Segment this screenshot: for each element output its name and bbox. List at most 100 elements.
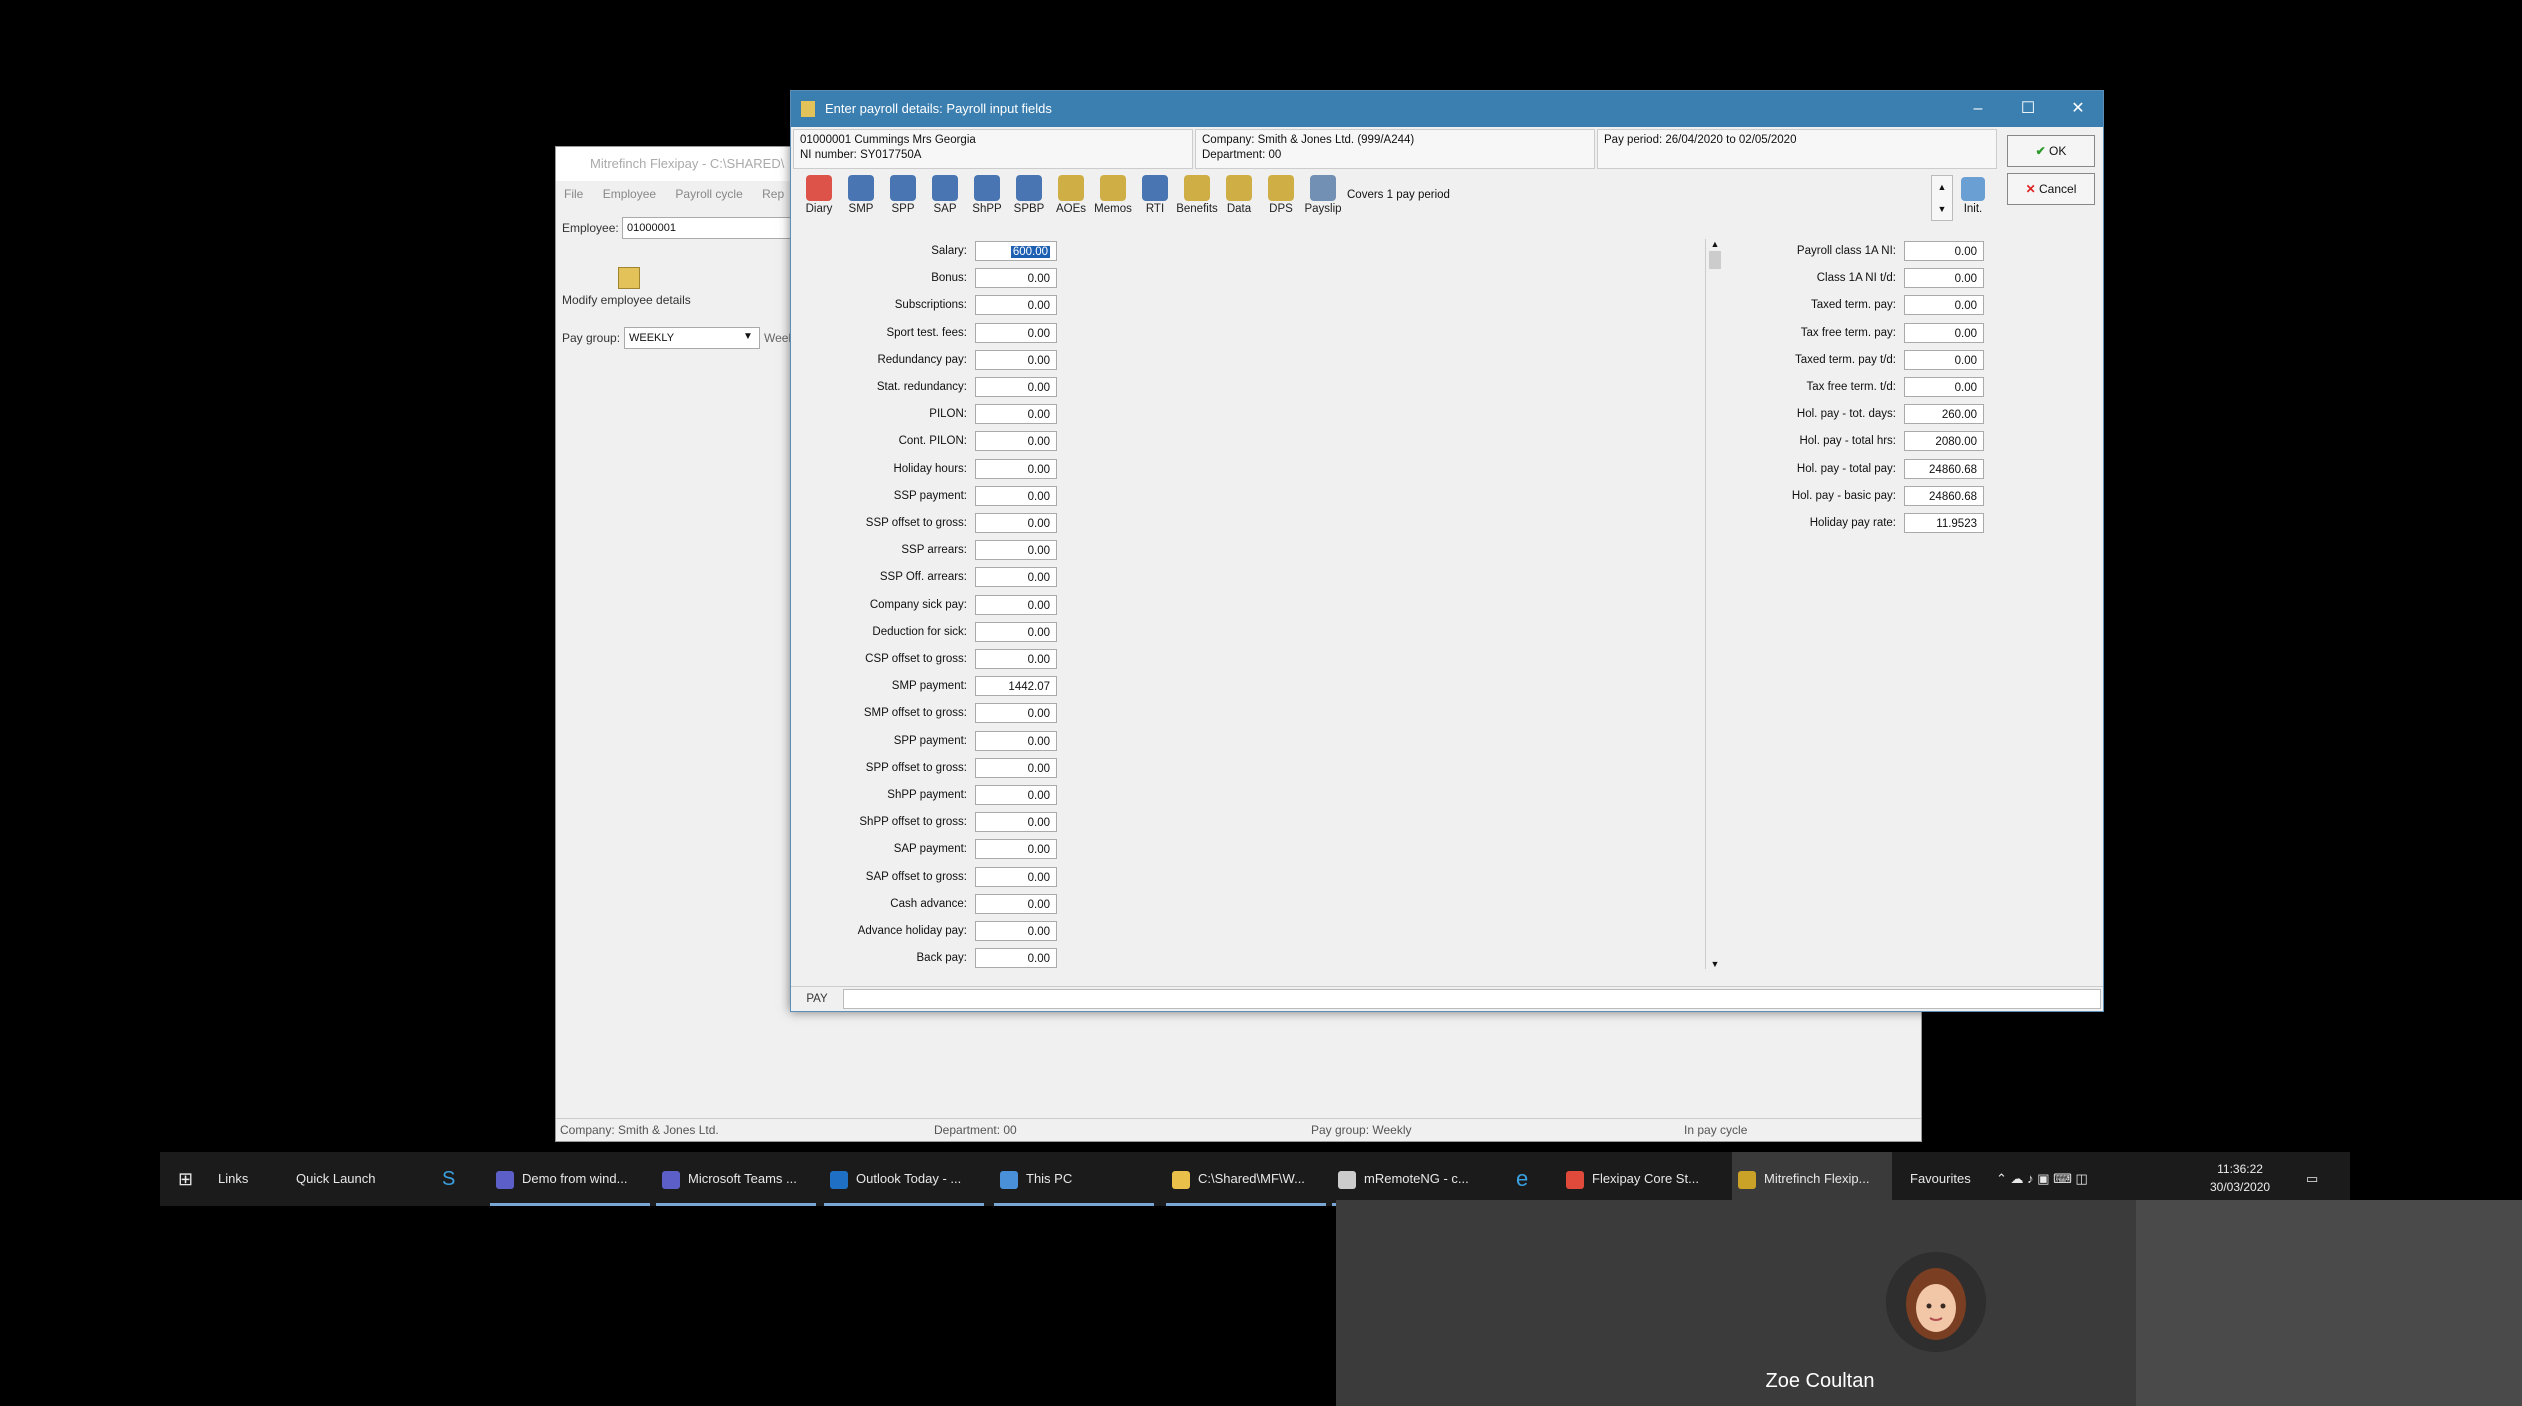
close-button[interactable]: ✕ — [2053, 91, 2103, 127]
taskbar-item[interactable]: Flexipay Core St... — [1560, 1152, 1720, 1206]
pay-field-input[interactable]: 0.00 — [975, 431, 1057, 452]
taskbar-item[interactable]: Demo from wind... — [490, 1152, 650, 1206]
period-spinner[interactable]: ▲ ▼ — [1931, 175, 1953, 221]
toolbar-label: Data — [1226, 203, 1252, 215]
toolbar-button-rti[interactable]: RTI — [1133, 173, 1177, 223]
vertical-scrollbar[interactable]: ▲ ▼ — [1705, 239, 1724, 969]
toolbar-button-spp[interactable]: SPP — [881, 173, 925, 223]
menu-file[interactable]: File — [564, 187, 583, 201]
favourites-toolbar[interactable]: Favourites — [1910, 1152, 1971, 1206]
toolbar-button-diary[interactable]: Diary — [797, 173, 841, 223]
pay-field-input[interactable]: 0.00 — [975, 730, 1057, 751]
menu-employee[interactable]: Employee — [603, 187, 656, 201]
field-value: 0.00 — [1027, 898, 1050, 911]
pay-field-input[interactable]: 0.00 — [975, 540, 1057, 561]
pay-field-input[interactable]: 0.00 — [975, 621, 1057, 642]
holiday-field-input[interactable]: 0.00 — [1904, 377, 1984, 397]
employee-field[interactable]: 01000001 — [622, 217, 798, 239]
holiday-field-input[interactable]: 24860.68 — [1904, 458, 1984, 479]
toolbar-button-sap[interactable]: SAP — [923, 173, 967, 223]
tab-pay[interactable]: PAY — [797, 989, 837, 1009]
pay-field-input[interactable]: 0.00 — [975, 567, 1057, 588]
salary-input[interactable]: 600.00 — [975, 241, 1057, 261]
app-icon — [830, 1170, 848, 1189]
windows-start-icon[interactable]: ⊞ — [178, 1152, 193, 1206]
minimize-button[interactable]: – — [1953, 91, 2003, 127]
toolbar-button-benefits[interactable]: Benefits — [1175, 173, 1219, 223]
holiday-field-input[interactable]: 2080.00 — [1904, 431, 1984, 452]
holiday-field-input[interactable]: 0.00 — [1904, 268, 1984, 289]
pay-field-input[interactable]: 0.00 — [975, 513, 1057, 533]
scroll-thumb[interactable] — [1709, 251, 1721, 269]
pay-field-input[interactable]: 0.00 — [975, 295, 1057, 316]
menu-reports[interactable]: Rep — [762, 187, 784, 201]
init-button[interactable]: Init. — [1951, 175, 1995, 221]
internet-explorer-icon[interactable]: e — [1516, 1152, 1528, 1206]
toolbar-button-dps[interactable]: DPS — [1259, 173, 1303, 223]
modify-employee-label[interactable]: Modify employee details — [562, 293, 691, 307]
pay-field-input[interactable]: 0.00 — [975, 785, 1057, 805]
pay-field-input[interactable]: 1442.07 — [975, 676, 1057, 697]
holiday-field-input[interactable]: 0.00 — [1904, 295, 1984, 316]
pay-field-input[interactable]: 0.00 — [975, 921, 1057, 941]
pay-field-input[interactable]: 0.00 — [975, 485, 1057, 506]
pay-field-input[interactable]: 0.00 — [975, 377, 1057, 397]
skype-icon[interactable]: S — [442, 1152, 455, 1206]
holiday-field-input[interactable]: 0.00 — [1904, 241, 1984, 261]
pay-field-input[interactable]: 0.00 — [975, 757, 1057, 778]
taskbar-item[interactable]: Microsoft Teams ... — [656, 1152, 816, 1206]
toolbar-button-smp[interactable]: SMP — [839, 173, 883, 223]
app-icon — [1000, 1170, 1018, 1189]
pay-field-input[interactable]: 0.00 — [975, 268, 1057, 289]
field-label: Deduction for sick: — [872, 625, 967, 638]
ok-button[interactable]: ✔ OK — [2007, 135, 2095, 167]
taskbar-item[interactable]: This PC — [994, 1152, 1154, 1206]
system-tray-icons[interactable]: ⌃ ☁ ♪ ▣ ⌨ ◫ — [1996, 1152, 2088, 1206]
pay-field-input[interactable]: 0.00 — [975, 893, 1057, 914]
employee-label: Employee: — [562, 221, 619, 235]
maximize-button[interactable]: ☐ — [2003, 91, 2053, 127]
toolbar-button-shpp[interactable]: ShPP — [965, 173, 1009, 223]
cancel-button[interactable]: ✕ Cancel — [2007, 173, 2095, 205]
pay-field-input[interactable]: 0.00 — [975, 458, 1057, 479]
holiday-field-input[interactable]: 11.9523 — [1904, 513, 1984, 533]
toolbar-button-spbp[interactable]: SPBP — [1007, 173, 1051, 223]
field-label: Hol. pay - total hrs: — [1799, 435, 1896, 448]
participant-avatar — [1886, 1252, 1986, 1352]
scroll-up-icon[interactable]: ▲ — [1706, 239, 1724, 249]
modify-employee-icon[interactable] — [618, 267, 640, 289]
links-toolbar[interactable]: Links — [218, 1152, 248, 1206]
holiday-field-input[interactable]: 260.00 — [1904, 404, 1984, 425]
taskbar-item-label: Outlook Today - ... — [856, 1171, 962, 1186]
holiday-field-input[interactable]: 0.00 — [1904, 322, 1984, 343]
pay-field-input[interactable]: 0.00 — [975, 703, 1057, 724]
notifications-icon[interactable]: ▭ — [2306, 1152, 2318, 1206]
pay-field-input[interactable]: 0.00 — [975, 948, 1057, 969]
pay-field-input[interactable]: 0.00 — [975, 866, 1057, 887]
chevron-down-icon[interactable]: ▼ — [740, 329, 756, 345]
taskbar-item[interactable]: mRemoteNG - c... — [1332, 1152, 1492, 1206]
toolbar-button-payslip[interactable]: Payslip — [1301, 173, 1345, 223]
pay-field-input[interactable]: 0.00 — [975, 839, 1057, 860]
clock[interactable]: 11:36:22 30/03/2020 — [2210, 1160, 2270, 1196]
taskbar-item[interactable]: C:\Shared\MF\W... — [1166, 1152, 1326, 1206]
scroll-down-icon[interactable]: ▼ — [1706, 959, 1724, 969]
menu-payroll-cycle[interactable]: Payroll cycle — [675, 187, 742, 201]
taskbar-item[interactable]: Mitrefinch Flexip... — [1732, 1152, 1892, 1206]
field-label: Holiday hours: — [893, 462, 967, 475]
holiday-field-input[interactable]: 24860.68 — [1904, 485, 1984, 506]
pay-field-input[interactable]: 0.00 — [975, 404, 1057, 425]
toolbar-button-memos[interactable]: Memos — [1091, 173, 1135, 223]
pay-field-input[interactable]: 0.00 — [975, 322, 1057, 343]
field-label: Taxed term. pay: — [1810, 299, 1896, 312]
quick-launch[interactable]: Quick Launch — [296, 1152, 376, 1206]
pay-field-input[interactable]: 0.00 — [975, 594, 1057, 615]
pay-field-input[interactable]: 0.00 — [975, 349, 1057, 370]
employee-info: 01000001 Cummings Mrs Georgia NI number:… — [793, 129, 1193, 169]
pay-field-input[interactable]: 0.00 — [975, 812, 1057, 833]
taskbar-item[interactable]: Outlook Today - ... — [824, 1152, 984, 1206]
pay-field-input[interactable]: 0.00 — [975, 649, 1057, 669]
toolbar-button-aoes[interactable]: AOEs — [1049, 173, 1093, 223]
holiday-field-input[interactable]: 0.00 — [1904, 349, 1984, 370]
toolbar-button-data[interactable]: Data — [1217, 173, 1261, 223]
